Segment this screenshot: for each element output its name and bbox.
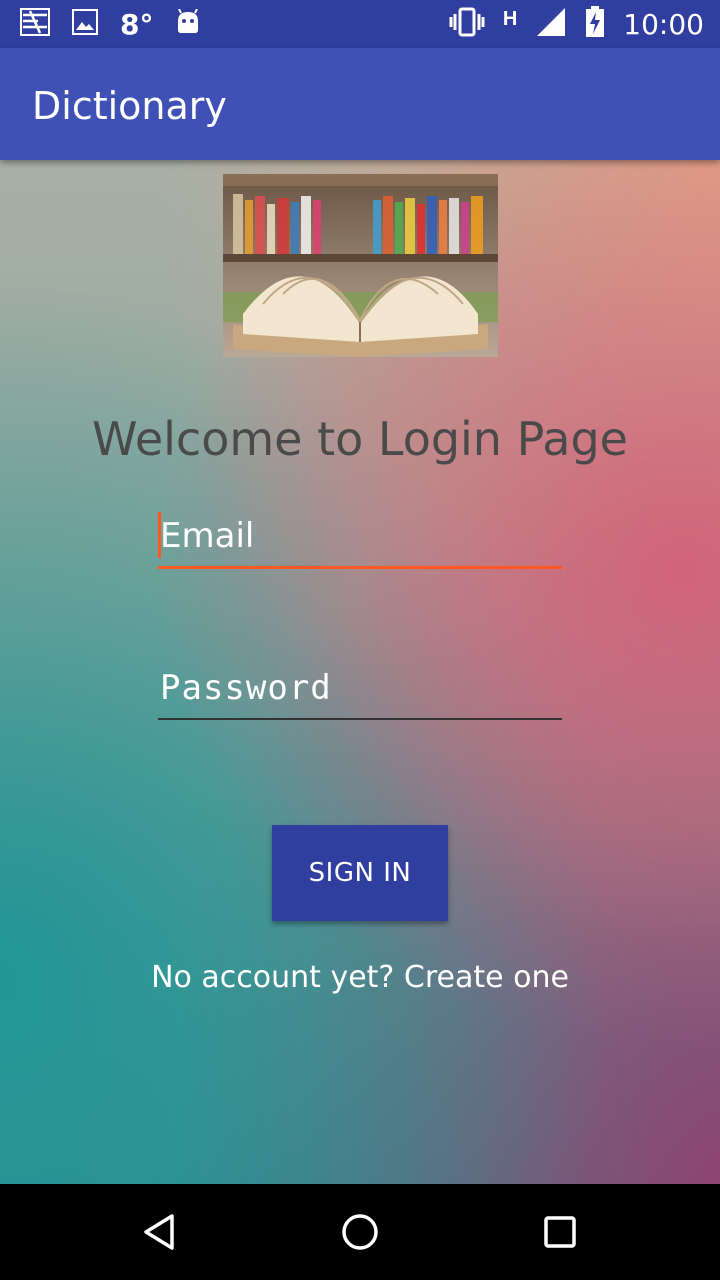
login-screen: Welcome to Login Page SIGN IN No account… (0, 160, 720, 1184)
notification-icon (20, 7, 50, 42)
navigation-bar (0, 1184, 720, 1280)
app-bar: Dictionary (0, 48, 720, 160)
clock: 10:00 (623, 7, 704, 41)
battery-charging-icon (585, 5, 605, 43)
network-type: H (502, 7, 518, 30)
email-field[interactable] (158, 506, 562, 569)
password-field[interactable] (158, 658, 562, 720)
recents-icon[interactable] (536, 1208, 584, 1256)
signal-icon (535, 6, 567, 43)
home-icon[interactable] (336, 1208, 384, 1256)
status-bar: 8° H 10:00 (0, 0, 720, 48)
vibrate-icon (449, 7, 485, 42)
welcome-heading: Welcome to Login Page (92, 412, 628, 466)
app-title: Dictionary (32, 84, 227, 128)
create-account-link[interactable]: No account yet? Create one (0, 960, 720, 995)
text-cursor (158, 512, 161, 558)
email-input[interactable] (158, 506, 562, 566)
temperature-text: 8° (120, 7, 154, 41)
sign-in-button[interactable]: SIGN IN (272, 825, 448, 921)
android-icon (175, 8, 201, 40)
password-input[interactable] (158, 658, 562, 718)
back-icon[interactable] (136, 1208, 184, 1256)
book-image (223, 174, 498, 357)
image-icon (72, 8, 98, 40)
